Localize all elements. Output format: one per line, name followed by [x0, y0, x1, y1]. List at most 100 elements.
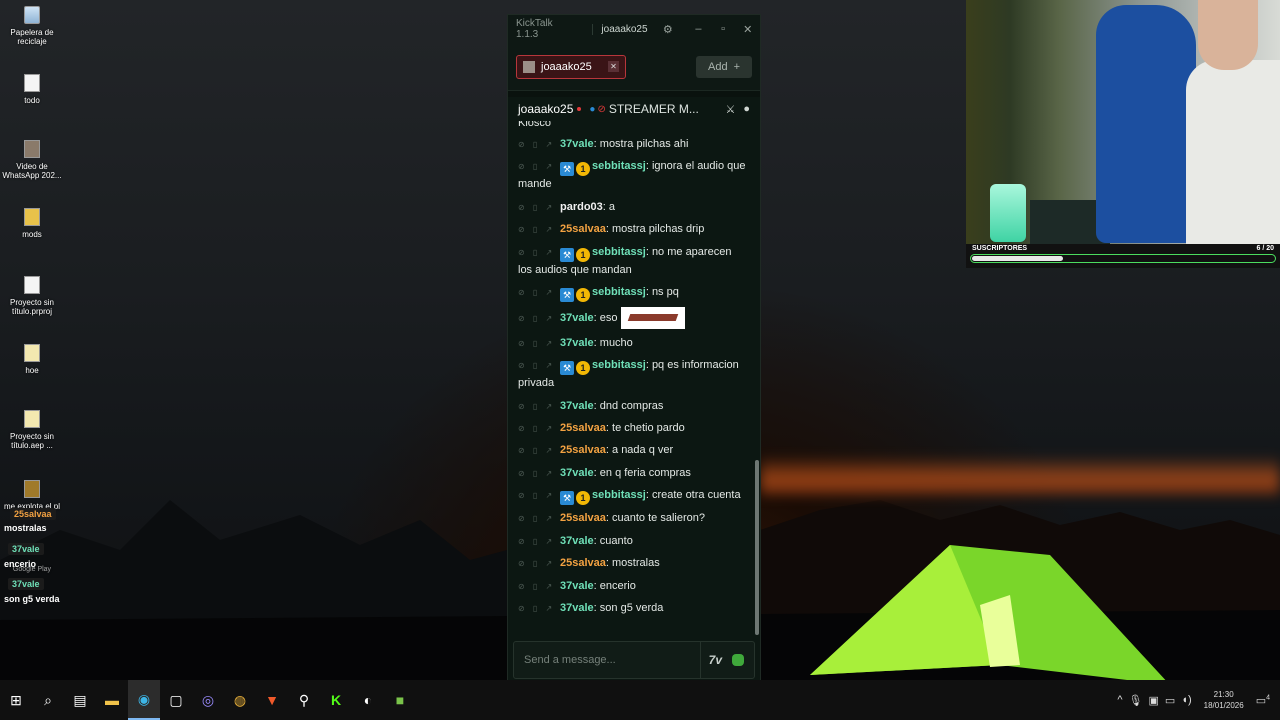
kick-emote-icon[interactable]: [732, 654, 744, 666]
task-view-icon[interactable]: ▤: [64, 680, 96, 720]
white-shirt: [1186, 60, 1280, 244]
app-icon[interactable]: ▢: [160, 680, 192, 720]
file-explorer-icon[interactable]: ▬: [96, 680, 128, 720]
clock-date: 18/01/2026: [1203, 701, 1244, 710]
network-icon[interactable]: ▭: [1165, 694, 1175, 707]
chat-message: ⊘ ▯ ↗ 25salvaa: a nada q ver: [518, 442, 748, 459]
message-input[interactable]: Send a message... 7v: [513, 641, 755, 679]
moderator-badge-icon: ⚒: [560, 247, 574, 262]
username[interactable]: sebbitassj: [592, 160, 646, 172]
taskbar: ⊞ ⌕ ▤ ▬ ◉ ▢ ◎ ◍ ▼ ⚲ K ◐ ■ ^ 🎙 ▣ ▭ ◖) 21:…: [0, 680, 1280, 720]
magnifier-icon[interactable]: ⚲: [288, 680, 320, 720]
document-icon[interactable]: Proyecto sin título.aep ...: [0, 410, 64, 450]
message-actions-icon[interactable]: ⊘ ▯ ↗: [518, 442, 560, 459]
clock-time: 21:30: [1213, 690, 1234, 699]
file-icon[interactable]: me explota el pl: [0, 480, 64, 511]
message-text: cuanto te salieron?: [612, 512, 705, 525]
clock[interactable]: 21:30 18/01/2026: [1204, 689, 1244, 711]
document-icon[interactable]: Proyecto sin título.prproj: [0, 276, 64, 316]
username[interactable]: 25salvaa: [560, 512, 606, 524]
volume-icon[interactable]: ◖): [1181, 694, 1191, 706]
user-icon[interactable]: ●: [743, 103, 750, 116]
chat-message: ⊘ ▯ ↗ 25salvaa: cuanto te salieron?: [518, 510, 748, 527]
settings-icon[interactable]: ⚙: [656, 23, 681, 36]
meet-now-icon[interactable]: ▣: [1149, 694, 1159, 707]
chat-message: ⊘ ▯ ↗ 25salvaa: mostralas: [518, 555, 748, 572]
chat-scrollbar[interactable]: [755, 460, 759, 635]
username[interactable]: pardo03: [560, 201, 603, 213]
obs-icon[interactable]: ◎: [192, 680, 224, 720]
username[interactable]: 37vale: [560, 580, 594, 592]
message-actions-icon[interactable]: ⊘ ▯ ↗: [518, 335, 560, 352]
username[interactable]: sebbitassj: [592, 359, 646, 371]
recycle-bin-icon[interactable]: Papelera de reciclaje: [0, 6, 64, 46]
message-text: a nada q ver: [612, 444, 674, 457]
sword-icon[interactable]: ⚔: [725, 103, 735, 116]
moderator-badge-icon: ⚒: [560, 361, 574, 376]
username[interactable]: 37vale: [560, 138, 594, 150]
document-icon[interactable]: todo: [0, 74, 64, 105]
maximize-icon[interactable]: ▫: [711, 23, 736, 35]
notifications-icon[interactable]: ▭4: [1256, 694, 1270, 707]
video-file-icon[interactable]: Video de WhatsApp 202...: [0, 140, 64, 180]
message-actions-icon[interactable]: ⊘ ▯ ↗: [518, 221, 560, 238]
notification-count: 4: [1266, 693, 1270, 701]
username[interactable]: 37vale: [560, 337, 594, 349]
username[interactable]: 37vale: [560, 602, 594, 614]
message-actions-icon[interactable]: ⊘ ▯ ↗: [518, 487, 560, 504]
message-actions-icon[interactable]: ⊘ ▯ ↗: [518, 136, 560, 153]
message-actions-icon[interactable]: ⊘ ▯ ↗: [518, 357, 560, 374]
channel-tabs: joaaako25 ✕ Add +: [508, 43, 760, 91]
minecraft-icon[interactable]: ■: [384, 680, 416, 720]
windows-start-icon[interactable]: ⊞: [0, 680, 32, 720]
channel-mode: STREAMER M...: [608, 102, 699, 116]
subscriber-badge-icon: 1: [576, 162, 590, 177]
kick-icon[interactable]: K: [320, 680, 352, 720]
chrome-icon[interactable]: ◍: [224, 680, 256, 720]
message-actions-icon[interactable]: ⊘ ▯ ↗: [518, 533, 560, 550]
minimize-icon[interactable]: –: [686, 23, 711, 35]
brave-icon[interactable]: ▼: [256, 680, 288, 720]
username[interactable]: sebbitassj: [592, 286, 646, 298]
username[interactable]: 25salvaa: [560, 444, 606, 456]
message-actions-icon[interactable]: ⊘ ▯ ↗: [518, 600, 560, 617]
message-actions-icon[interactable]: ⊘ ▯ ↗: [518, 420, 560, 437]
chat-message: ⊘ ▯ ↗ ⚒ 1 sebbitassj: ns pq: [518, 284, 679, 302]
message-text: mucho: [599, 336, 633, 349]
message-actions-icon[interactable]: ⊘ ▯ ↗: [518, 465, 560, 482]
message-actions-icon[interactable]: ⊘ ▯ ↗: [518, 158, 560, 175]
recorder-icon[interactable]: ◐: [352, 680, 384, 720]
message-actions-icon[interactable]: ⊘ ▯ ↗: [518, 199, 560, 216]
username[interactable]: 25salvaa: [560, 557, 606, 569]
search-icon[interactable]: ⌕: [32, 680, 64, 720]
folder-icon[interactable]: mods: [0, 208, 64, 239]
message-actions-icon[interactable]: ⊘ ▯ ↗: [518, 555, 560, 572]
username[interactable]: 37vale: [560, 535, 594, 547]
desktop-icon-label: Video de WhatsApp 202...: [2, 162, 62, 180]
username[interactable]: sebbitassj: [592, 489, 646, 501]
message-actions-icon[interactable]: ⊘ ▯ ↗: [518, 578, 560, 595]
chevron-up-icon[interactable]: ^: [1117, 694, 1122, 706]
add-button[interactable]: Add +: [696, 55, 752, 78]
microphone-icon[interactable]: 🎙: [1129, 694, 1143, 707]
username[interactable]: 25salvaa: [560, 422, 606, 434]
username[interactable]: sebbitassj: [592, 246, 646, 258]
message-actions-icon[interactable]: ⊘ ▯ ↗: [518, 284, 560, 301]
title-user[interactable]: joaaako25: [592, 23, 648, 35]
chat-message: ⊘ ▯ ↗ 37vale: mucho: [518, 335, 748, 352]
edge-icon[interactable]: ◉: [128, 680, 160, 720]
username[interactable]: 37vale: [560, 312, 594, 324]
close-tab-icon[interactable]: ✕: [608, 61, 619, 72]
close-icon[interactable]: ✕: [735, 23, 760, 36]
username[interactable]: 37vale: [560, 467, 594, 479]
7tv-emote-icon[interactable]: 7v: [709, 653, 722, 667]
message-actions-icon[interactable]: ⊘ ▯ ↗: [518, 398, 560, 415]
message-actions-icon[interactable]: ⊘ ▯ ↗: [518, 310, 560, 327]
tab-joaaako25[interactable]: joaaako25 ✕: [516, 54, 626, 79]
message-actions-icon[interactable]: ⊘ ▯ ↗: [518, 244, 560, 261]
message-actions-icon[interactable]: ⊘ ▯ ↗: [518, 510, 560, 527]
file-icon[interactable]: hoe: [0, 344, 64, 375]
username[interactable]: 25salvaa: [560, 223, 606, 235]
username[interactable]: 37vale: [560, 400, 594, 412]
blue-jacket: [1096, 5, 1196, 243]
